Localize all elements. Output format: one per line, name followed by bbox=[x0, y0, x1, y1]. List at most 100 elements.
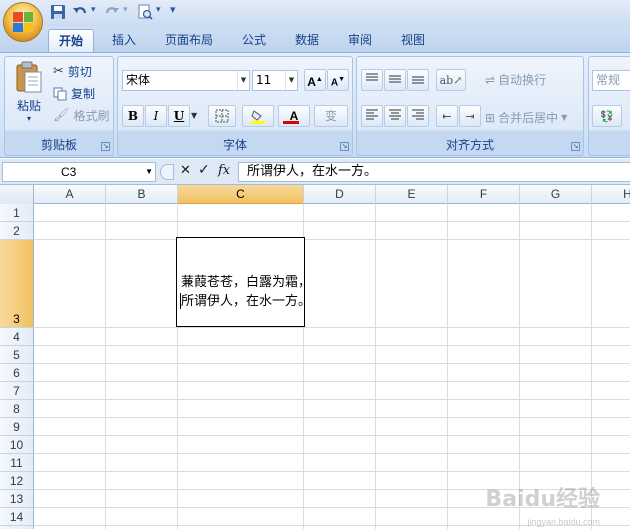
tab-formulas[interactable]: 公式 bbox=[234, 29, 274, 52]
gridline bbox=[447, 204, 448, 529]
undo-dropdown-icon[interactable]: ▾ bbox=[91, 5, 96, 15]
row-header-9[interactable]: 9 bbox=[0, 418, 34, 436]
align-middle-button[interactable] bbox=[384, 69, 406, 91]
paste-dropdown-icon[interactable]: ▾ bbox=[27, 114, 31, 123]
shrink-font-button[interactable]: A▼ bbox=[327, 69, 349, 91]
wrap-text-button[interactable]: ⇌ 自动换行 bbox=[485, 71, 546, 88]
row-header-14[interactable]: 14 bbox=[0, 508, 34, 526]
italic-button[interactable]: I bbox=[145, 105, 167, 127]
tab-data[interactable]: 数据 bbox=[287, 29, 327, 52]
orientation-icon: ab↗ bbox=[439, 74, 463, 87]
merge-dropdown-icon[interactable]: ▼ bbox=[561, 113, 567, 122]
column-header-h[interactable]: H bbox=[592, 185, 630, 204]
align-center-button[interactable] bbox=[384, 105, 406, 127]
cut-button[interactable]: ✂ 剪切 bbox=[53, 63, 92, 80]
column-header-e[interactable]: E bbox=[376, 185, 448, 204]
align-right-button[interactable] bbox=[407, 105, 429, 127]
customize-qat-icon[interactable]: ▾ bbox=[170, 3, 176, 16]
column-header-g[interactable]: G bbox=[520, 185, 592, 204]
grow-font-button[interactable]: A▲ bbox=[304, 69, 326, 91]
save-icon[interactable] bbox=[50, 4, 66, 20]
column-header-f[interactable]: F bbox=[448, 185, 520, 204]
font-name-value: 宋体 bbox=[126, 73, 151, 87]
formula-bar-grip-icon[interactable] bbox=[160, 164, 174, 180]
font-size-select[interactable]: 11 ▼ bbox=[252, 70, 298, 91]
insert-function-icon[interactable]: fx bbox=[218, 163, 230, 178]
cell-line-1: 蒹葭苍苍，白露为霜， bbox=[181, 275, 312, 290]
column-header-c[interactable]: C bbox=[178, 185, 304, 204]
name-box[interactable]: C3 ▼ bbox=[2, 162, 156, 182]
row-header-4[interactable]: 4 bbox=[0, 328, 34, 346]
redo-icon[interactable] bbox=[104, 4, 120, 20]
row-header-6[interactable]: 6 bbox=[0, 364, 34, 382]
undo-icon[interactable] bbox=[72, 4, 88, 20]
row-header-10[interactable]: 10 bbox=[0, 436, 34, 454]
row-header-3[interactable]: 3 bbox=[0, 240, 34, 328]
number-format-select[interactable]: 常规 bbox=[592, 70, 630, 91]
row-header-7[interactable]: 7 bbox=[0, 382, 34, 400]
column-header-a[interactable]: A bbox=[34, 185, 106, 204]
row-header-5[interactable]: 5 bbox=[0, 346, 34, 364]
column-header-d[interactable]: D bbox=[304, 185, 376, 204]
enter-icon[interactable]: ✓ bbox=[198, 162, 210, 178]
orientation-button[interactable]: ab↗ bbox=[436, 69, 466, 91]
font-size-dropdown-icon[interactable]: ▼ bbox=[285, 71, 297, 90]
borders-button[interactable] bbox=[208, 105, 236, 127]
increase-indent-button[interactable]: ⇥ bbox=[459, 105, 481, 127]
copy-button[interactable]: 复制 bbox=[53, 85, 95, 102]
row-header-1[interactable]: 1 bbox=[0, 204, 34, 222]
align-bottom-button[interactable] bbox=[407, 69, 429, 91]
row-header-8[interactable]: 8 bbox=[0, 400, 34, 418]
tab-insert[interactable]: 插入 bbox=[104, 29, 144, 52]
paste-label: 粘贴 bbox=[16, 99, 41, 113]
paste-button[interactable]: 粘贴 ▾ bbox=[9, 61, 49, 125]
clipboard-launcher-icon[interactable]: ↘ bbox=[101, 142, 110, 151]
office-button[interactable] bbox=[3, 2, 43, 42]
select-all-corner[interactable] bbox=[0, 185, 34, 204]
align-left-button[interactable] bbox=[361, 105, 383, 127]
worksheet-grid[interactable]: A B C D E F G H 1 2 3 4 5 6 7 8 9 10 11 … bbox=[0, 185, 630, 529]
office-logo-icon bbox=[13, 12, 33, 32]
row-header-13[interactable]: 13 bbox=[0, 490, 34, 508]
cancel-icon[interactable]: ✕ bbox=[180, 163, 191, 178]
brush-icon: 🖌 bbox=[53, 108, 70, 123]
merge-center-button[interactable]: ⊞ 合并后居中 ▼ bbox=[485, 109, 567, 126]
row-header-2[interactable]: 2 bbox=[0, 222, 34, 240]
name-box-value: C3 bbox=[61, 165, 77, 179]
tab-page-layout[interactable]: 页面布局 bbox=[158, 29, 220, 52]
font-group-label: 字体 bbox=[222, 138, 247, 152]
underline-dropdown-icon[interactable]: ▼ bbox=[191, 111, 197, 120]
format-painter-button[interactable]: 🖌 格式刷 bbox=[53, 107, 110, 124]
phonetic-button[interactable]: 变 bbox=[314, 105, 348, 127]
formula-input[interactable]: 所谓伊人，在水一方。 bbox=[238, 162, 630, 182]
number-format-value: 常规 bbox=[596, 73, 621, 87]
gridline bbox=[105, 204, 106, 529]
phonetic-label: 变 bbox=[324, 109, 337, 123]
redo-dropdown-icon[interactable]: ▾ bbox=[123, 5, 128, 15]
alignment-launcher-icon[interactable]: ↘ bbox=[571, 142, 580, 151]
font-color-button[interactable]: A bbox=[278, 105, 310, 127]
name-box-dropdown-icon[interactable]: ▼ bbox=[145, 163, 153, 181]
tab-view[interactable]: 视图 bbox=[393, 29, 433, 52]
tab-review[interactable]: 审阅 bbox=[340, 29, 380, 52]
font-name-select[interactable]: 宋体 ▼ bbox=[122, 70, 250, 91]
watermark-url: jingyan.baidu.com bbox=[527, 517, 600, 527]
gridline bbox=[34, 381, 630, 382]
fill-color-button[interactable] bbox=[242, 105, 274, 127]
font-launcher-icon[interactable]: ↘ bbox=[340, 142, 349, 151]
font-name-dropdown-icon[interactable]: ▼ bbox=[237, 71, 249, 90]
text-cursor bbox=[180, 293, 181, 309]
align-top-button[interactable] bbox=[361, 69, 383, 91]
row-header-11[interactable]: 11 bbox=[0, 454, 34, 472]
tab-home[interactable]: 开始 bbox=[48, 29, 94, 52]
column-header-b[interactable]: B bbox=[106, 185, 178, 204]
accounting-format-button[interactable]: 💱 bbox=[592, 105, 622, 127]
decrease-indent-button[interactable]: ⇤ bbox=[436, 105, 458, 127]
underline-button[interactable]: U bbox=[168, 105, 190, 127]
active-cell-c3[interactable]: 蒹葭苍苍，白露为霜， 所谓伊人，在水一方。 bbox=[176, 237, 311, 327]
print-preview-icon[interactable] bbox=[137, 4, 153, 20]
bold-button[interactable]: B bbox=[122, 105, 144, 127]
gridline bbox=[34, 221, 630, 222]
row-header-12[interactable]: 12 bbox=[0, 472, 34, 490]
preview-dropdown-icon[interactable]: ▾ bbox=[156, 5, 161, 15]
